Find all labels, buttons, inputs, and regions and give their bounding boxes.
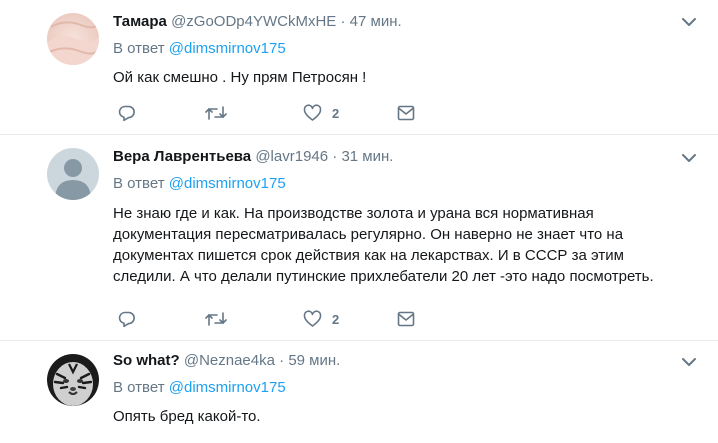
reply-button[interactable] [117, 310, 136, 328]
reply-context: В ответ @dimsmirnov175 [113, 175, 286, 193]
retweet-icon [205, 106, 227, 120]
timestamp[interactable]: 31 мин. [341, 148, 393, 165]
retweet-button[interactable] [205, 310, 227, 328]
reply-context: В ответ @dimsmirnov175 [113, 379, 286, 397]
tweet[interactable]: Тамара @zGoODp4YWCkMxHE · 47 мин. В отве… [0, 0, 718, 134]
tweet-text-line: Не знаю где и как. На производстве золот… [113, 205, 594, 222]
chevron-down-icon[interactable] [681, 357, 697, 367]
reply-mention-link[interactable]: @dimsmirnov175 [169, 379, 286, 396]
share-button[interactable] [397, 310, 415, 328]
like-count: 2 [332, 105, 340, 121]
like-count: 2 [332, 311, 340, 327]
user-handle[interactable]: @lavr1946 [255, 148, 328, 165]
reply-context: В ответ @dimsmirnov175 [113, 40, 286, 58]
tweet-header: Тамара @zGoODp4YWCkMxHE · 47 мин. [113, 13, 402, 31]
tweet-text-line: следили. А что делали путинские прихлеба… [113, 268, 654, 285]
reply-icon [118, 311, 135, 328]
retweet-button[interactable] [205, 104, 227, 122]
tweet-text: Опять бред какой-то. [113, 408, 261, 425]
display-name[interactable]: Вера Лаврентьева [113, 148, 251, 165]
tweet[interactable]: Вера Лаврентьева @lavr1946 · 31 мин. В о… [0, 135, 718, 340]
avatar[interactable] [47, 13, 99, 65]
separator-dot: · [279, 352, 285, 369]
retweet-icon [205, 312, 227, 326]
share-button[interactable] [397, 104, 415, 122]
display-name[interactable]: So what? [113, 352, 180, 369]
reply-icon [118, 105, 135, 122]
reply-mention-link[interactable]: @dimsmirnov175 [169, 40, 286, 57]
timestamp[interactable]: 47 мин. [350, 13, 402, 30]
like-icon [303, 310, 322, 327]
user-handle[interactable]: @zGoODp4YWCkMxHE [171, 13, 336, 30]
tweet-text: Не знаю где и как. На производстве золот… [113, 203, 703, 287]
chevron-down-icon[interactable] [681, 17, 697, 27]
user-handle[interactable]: @Neznae4ka [184, 352, 275, 369]
tweet-header: So what? @Neznae4ka · 59 мин. [113, 352, 340, 370]
like-icon [303, 104, 322, 121]
reply-prefix: В ответ [113, 175, 165, 192]
share-icon [397, 105, 415, 121]
tweet-header: Вера Лаврентьева @lavr1946 · 31 мин. [113, 148, 393, 166]
reply-button[interactable] [117, 104, 136, 122]
display-name[interactable]: Тамара [113, 13, 167, 30]
avatar[interactable] [47, 148, 99, 200]
tweet[interactable]: So what? @Neznae4ka · 59 мин. В ответ @d… [0, 341, 718, 443]
reply-prefix: В ответ [113, 40, 165, 57]
separator-dot: · [332, 148, 338, 165]
separator-dot: · [340, 13, 346, 30]
timestamp[interactable]: 59 мин. [288, 352, 340, 369]
reply-prefix: В ответ [113, 379, 165, 396]
reply-mention-link[interactable]: @dimsmirnov175 [169, 175, 286, 192]
avatar[interactable] [47, 354, 99, 406]
share-icon [397, 311, 415, 327]
tweet-text: Ой как смешно . Ну прям Петросян ! [113, 69, 367, 86]
like-button[interactable]: 2 [303, 104, 339, 122]
tweet-text-line: документах пишется срок действия как на … [113, 247, 624, 264]
tweet-text-line: документация пересматривалась регулярно.… [113, 226, 624, 243]
like-button[interactable]: 2 [303, 310, 339, 328]
chevron-down-icon[interactable] [681, 153, 697, 163]
